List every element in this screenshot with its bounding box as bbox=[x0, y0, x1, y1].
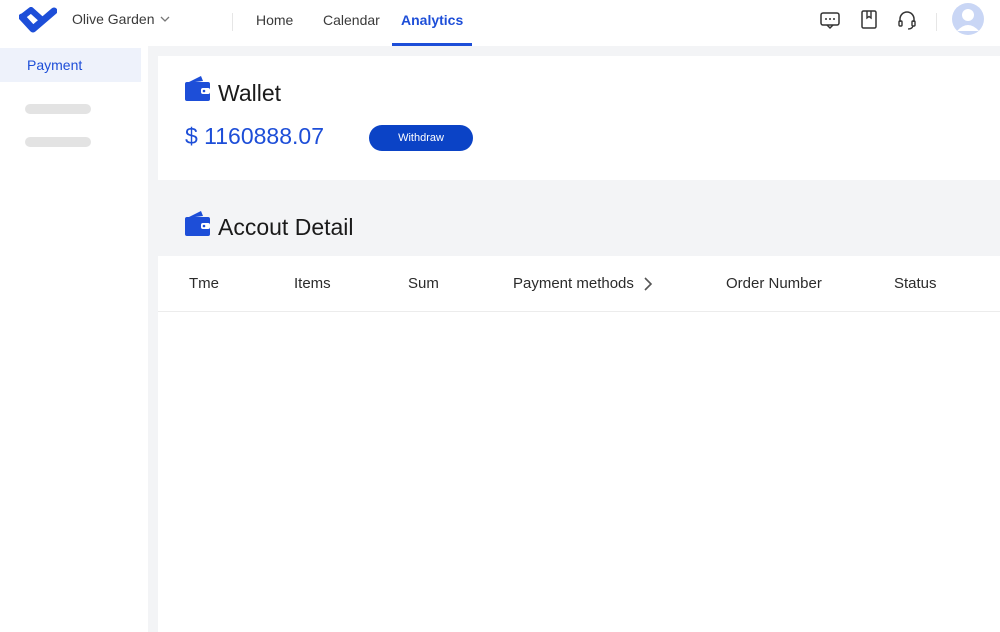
account-detail-header: Accout Detail bbox=[158, 180, 1000, 256]
wallet-icon bbox=[184, 74, 211, 102]
column-header-items[interactable]: Items bbox=[294, 275, 331, 292]
user-avatar[interactable] bbox=[952, 3, 984, 35]
column-header-status[interactable]: Status bbox=[894, 275, 937, 292]
column-header-time[interactable]: Tme bbox=[189, 275, 219, 292]
active-tab-indicator bbox=[392, 43, 472, 46]
brand-logo-icon[interactable] bbox=[18, 7, 58, 35]
divider bbox=[232, 13, 233, 31]
nav-calendar[interactable]: Calendar bbox=[323, 0, 380, 46]
message-icon[interactable] bbox=[819, 9, 841, 31]
headset-icon[interactable] bbox=[896, 9, 918, 31]
table-header: Tme Items Sum Payment methods Order Numb… bbox=[158, 256, 1000, 312]
wallet-title: Wallet bbox=[218, 80, 282, 106]
divider bbox=[936, 13, 937, 31]
column-header-label: Payment methods bbox=[513, 275, 634, 292]
account-detail-title: Accout Detail bbox=[218, 214, 354, 240]
sidebar-placeholder bbox=[25, 104, 91, 114]
column-header-sum[interactable]: Sum bbox=[408, 275, 439, 292]
withdraw-button[interactable]: Withdraw bbox=[369, 125, 473, 151]
wallet-balance: $ 1160888.07 bbox=[185, 123, 324, 149]
wallet-card: Wallet $ 1160888.07 Withdraw bbox=[158, 56, 1000, 180]
nav-analytics[interactable]: Analytics bbox=[401, 0, 463, 46]
org-name: Olive Garden bbox=[72, 11, 155, 27]
top-bar: Olive Garden Home Calendar Analytics bbox=[0, 0, 1000, 46]
account-detail-table: Tme Items Sum Payment methods Order Numb… bbox=[158, 256, 1000, 632]
sidebar: Payment bbox=[0, 46, 148, 632]
wallet-icon bbox=[184, 209, 211, 237]
chevron-down-icon bbox=[161, 16, 170, 22]
column-header-payment-methods[interactable]: Payment methods bbox=[513, 275, 654, 292]
column-header-order-number[interactable]: Order Number bbox=[726, 275, 822, 292]
org-switcher[interactable]: Olive Garden bbox=[72, 11, 171, 27]
sidebar-item-payment[interactable]: Payment bbox=[0, 48, 141, 82]
nav-home[interactable]: Home bbox=[256, 0, 293, 46]
sidebar-placeholder bbox=[25, 137, 91, 147]
bookmark-icon[interactable] bbox=[858, 9, 880, 31]
chevron-right-icon bbox=[644, 276, 653, 291]
